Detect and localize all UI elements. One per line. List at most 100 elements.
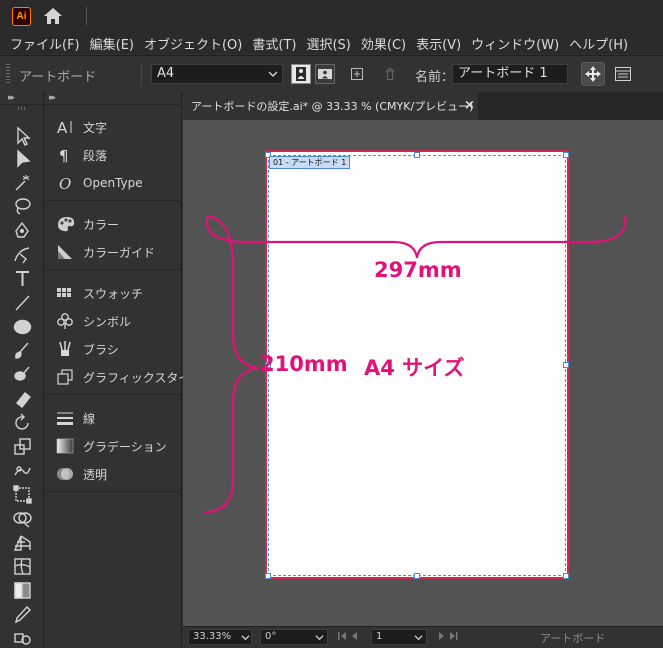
name-label: 名前： bbox=[415, 70, 455, 85]
artboard-handle[interactable] bbox=[414, 152, 420, 158]
ellipse-tool-icon bbox=[13, 319, 32, 335]
artboard-handle[interactable] bbox=[563, 152, 569, 158]
collapse-icon[interactable]: ▸▸ bbox=[8, 93, 15, 103]
perspective-grid-tool-icon bbox=[13, 535, 31, 551]
chevron-down-icon bbox=[268, 71, 278, 78]
size-annotation: A4 サイズ bbox=[364, 356, 465, 380]
panel-item-color-guide[interactable]: カラーガイド bbox=[45, 238, 182, 266]
shape-builder-tool-icon bbox=[13, 512, 32, 528]
menu-object[interactable]: オブジェクト(O) bbox=[134, 34, 242, 53]
portrait-orientation-button[interactable] bbox=[291, 64, 311, 84]
artboard-handle[interactable] bbox=[414, 573, 420, 579]
panel-item-swatches[interactable]: スウォッチ bbox=[45, 279, 182, 307]
svg-text:A: A bbox=[57, 119, 68, 136]
delete-artboard-icon[interactable] bbox=[383, 67, 397, 81]
menu-window[interactable]: ウィンドウ(W) bbox=[461, 34, 559, 53]
menu-type[interactable]: 書式(T) bbox=[242, 34, 296, 53]
document-tab-title[interactable]: アートボードの設定.ai* @ 33.33 % (CMYK/プレビュー) bbox=[191, 98, 473, 114]
control-bar-grip[interactable] bbox=[6, 64, 10, 84]
panel-item-label: ブラシ bbox=[83, 342, 119, 357]
panel-item-paragraph[interactable]: ¶ 段落 bbox=[45, 141, 182, 169]
paintbrush-tool-icon bbox=[15, 342, 29, 359]
svg-text:¶: ¶ bbox=[59, 147, 69, 164]
panel-item-symbols[interactable]: シンボル bbox=[45, 307, 182, 335]
color-guide-icon bbox=[58, 245, 72, 259]
panel-item-label: カラーガイド bbox=[83, 245, 156, 260]
artboard-name-input[interactable]: アートボード 1 bbox=[452, 64, 568, 84]
panel-item-label: 文字 bbox=[83, 120, 108, 135]
zoom-value: 33.33% bbox=[193, 631, 232, 642]
artboard-options-icon[interactable] bbox=[614, 65, 632, 83]
panel-item-gradient[interactable]: グラデーション bbox=[45, 432, 182, 460]
panel-item-transparency[interactable]: 透明 bbox=[45, 460, 182, 488]
menu-edit[interactable]: 編集(E) bbox=[80, 34, 134, 53]
panel-item-label: スウォッチ bbox=[83, 286, 144, 301]
artboard-handle[interactable] bbox=[563, 362, 569, 368]
menu-select[interactable]: 選択(S) bbox=[296, 34, 350, 53]
artboard-number-value: 1 bbox=[376, 631, 383, 642]
menu-effect[interactable]: 効果(C) bbox=[351, 34, 406, 53]
artboard-nav-next-icons[interactable] bbox=[436, 631, 466, 641]
panel-item-label: 透明 bbox=[83, 467, 108, 482]
panel-item-label: 線 bbox=[83, 411, 96, 426]
artboard-preset-select[interactable]: A4 bbox=[151, 64, 283, 84]
swatches-icon bbox=[57, 288, 71, 297]
status-mode[interactable]: アートボード bbox=[540, 630, 605, 646]
new-artboard-icon[interactable] bbox=[350, 67, 364, 81]
tools-grip[interactable] bbox=[18, 107, 26, 110]
artboard-name-tag[interactable]: 01 - アートボード 1 bbox=[269, 156, 351, 169]
warp-tool-icon bbox=[14, 466, 31, 476]
line-tool-icon bbox=[15, 295, 30, 311]
home-icon[interactable] bbox=[43, 6, 63, 26]
eraser-tool-icon bbox=[16, 392, 31, 408]
artboard-tool-label: アートボード bbox=[19, 70, 97, 85]
rotate-tool-icon bbox=[15, 413, 29, 430]
lasso-tool-icon bbox=[15, 198, 31, 215]
artboard-nav-prev-icons[interactable] bbox=[337, 631, 367, 641]
character-icon: A bbox=[57, 119, 72, 136]
panel-item-character[interactable]: A 文字 bbox=[45, 113, 182, 141]
panel-item-opentype[interactable]: O OpenType bbox=[45, 169, 182, 197]
artboard-handle[interactable] bbox=[563, 573, 569, 579]
color-icon bbox=[58, 217, 75, 232]
menu-view[interactable]: 表示(V) bbox=[406, 34, 461, 53]
rotation-value: 0° bbox=[265, 631, 277, 642]
divider bbox=[0, 104, 44, 105]
blend-tool-icon bbox=[14, 633, 31, 645]
tool-icons bbox=[13, 126, 32, 645]
panel-dock: ▸▸ A 文字 ¶ 段落 O OpenType カラー カラーガイド スウォッチ… bbox=[45, 92, 202, 648]
selection-tool-icon bbox=[17, 126, 31, 146]
curvature-tool-icon bbox=[14, 247, 30, 264]
close-icon[interactable]: × bbox=[464, 98, 475, 113]
eyedropper-tool-icon bbox=[14, 605, 31, 624]
panel-item-graphic-styles[interactable]: グラフィックスタイル bbox=[45, 363, 202, 391]
move-copy-artwork-icon[interactable] bbox=[581, 62, 605, 86]
paragraph-icon: ¶ bbox=[59, 147, 69, 164]
graphic-styles-icon bbox=[57, 369, 73, 385]
type-tool-icon bbox=[16, 271, 29, 286]
panel-item-stroke[interactable]: 線 bbox=[45, 404, 182, 432]
panel-item-label: カラー bbox=[83, 217, 120, 232]
svg-text:O: O bbox=[59, 175, 71, 192]
title-bar bbox=[0, 0, 663, 32]
chevron-down-icon bbox=[241, 635, 250, 641]
pen-tool-icon bbox=[15, 221, 29, 238]
illustrator-logo: Ai bbox=[12, 7, 31, 26]
transparency-icon bbox=[57, 468, 73, 480]
menu-bar: ファイル(F) 編集(E) オブジェクト(O) 書式(T) 選択(S) 効果(C… bbox=[0, 32, 663, 54]
free-transform-tool-icon bbox=[13, 485, 32, 504]
gradient-icon bbox=[56, 438, 74, 454]
landscape-orientation-button[interactable] bbox=[315, 64, 335, 84]
menu-help[interactable]: ヘルプ(H) bbox=[559, 34, 628, 53]
menu-file[interactable]: ファイル(F) bbox=[0, 34, 80, 53]
symbols-icon bbox=[57, 313, 73, 329]
panel-item-color[interactable]: カラー bbox=[45, 210, 182, 238]
divider bbox=[86, 7, 87, 25]
panel-item-label: OpenType bbox=[83, 176, 143, 190]
artboard-handle[interactable] bbox=[265, 573, 271, 579]
chevron-down-icon bbox=[414, 635, 423, 641]
gradient-tool-icon bbox=[14, 582, 31, 599]
mesh-tool-icon bbox=[14, 558, 31, 575]
panel-item-brushes[interactable]: ブラシ bbox=[45, 335, 182, 363]
collapse-icon[interactable]: ▸▸ bbox=[49, 93, 56, 103]
